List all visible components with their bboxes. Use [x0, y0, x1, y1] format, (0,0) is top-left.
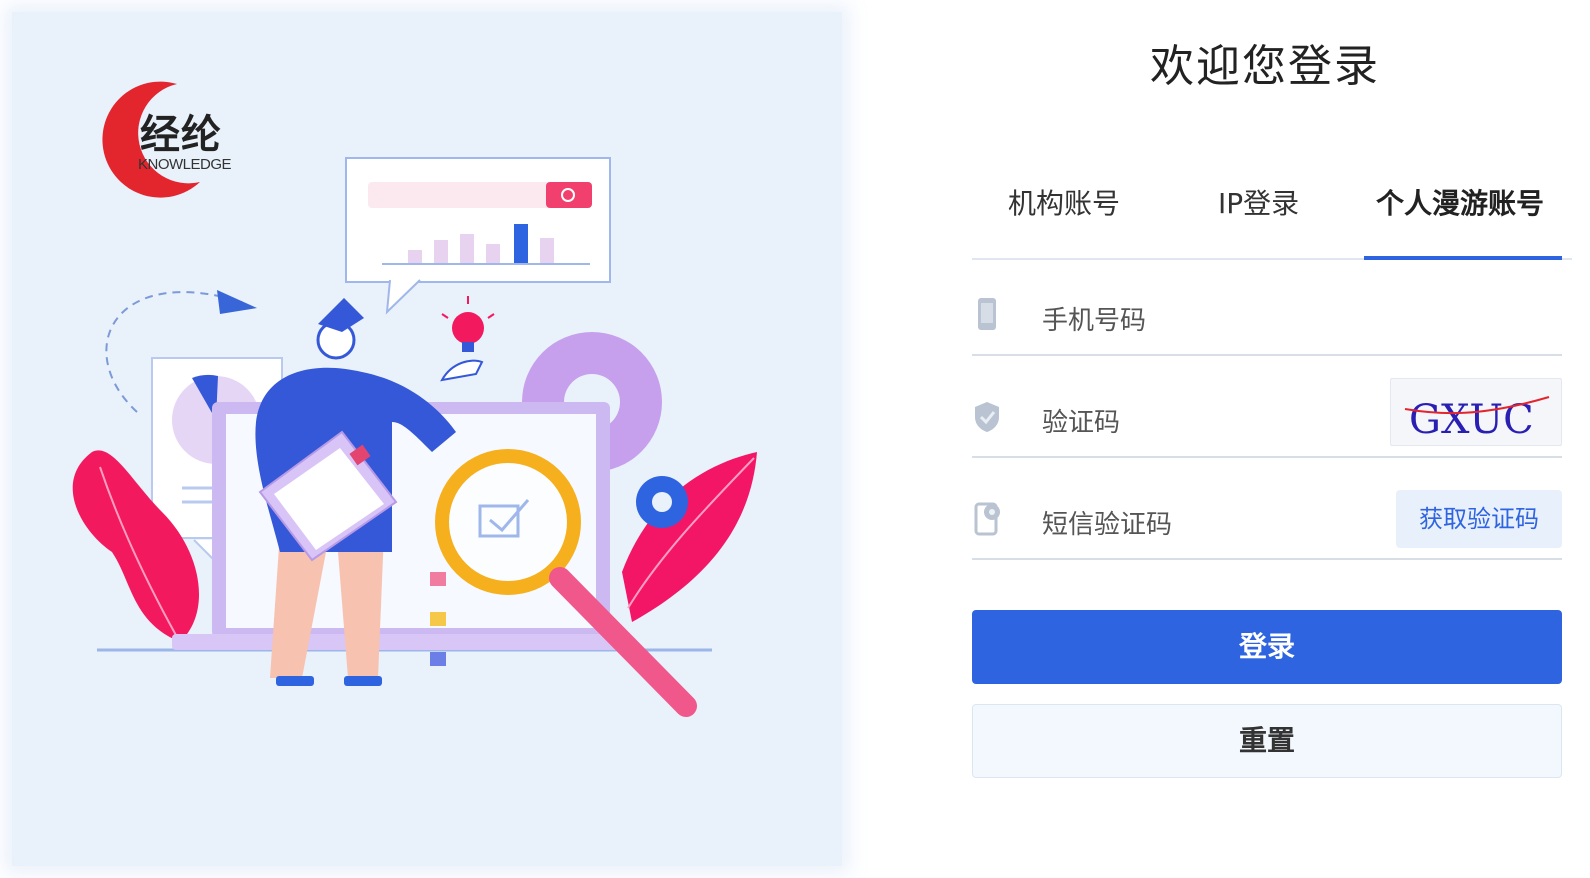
- get-sms-code-button[interactable]: 获取验证码: [1396, 490, 1562, 548]
- phone-field[interactable]: 手机号码: [972, 274, 1562, 356]
- analytics-illustration: [72, 157, 757, 717]
- captcha-field[interactable]: 验证码 GXUC: [972, 376, 1562, 458]
- tab-institution-account[interactable]: 机构账号: [1008, 182, 1120, 222]
- login-title: 欢迎您登录: [1150, 41, 1380, 92]
- login-button[interactable]: 登录: [972, 610, 1562, 684]
- captcha-image[interactable]: GXUC: [1390, 378, 1562, 446]
- illustration-panel: 经纶 KNOWLEDGE: [12, 12, 842, 866]
- tab-ip-login[interactable]: IP登录: [1218, 182, 1299, 222]
- captcha-text: GXUC: [1409, 397, 1534, 443]
- login-panel: 欢迎您登录 机构账号 IP登录 个人漫游账号 手机号码 验证码 GXUC 短信验…: [960, 0, 1590, 878]
- reset-button[interactable]: 重置: [972, 704, 1562, 778]
- sms-code-field[interactable]: 短信验证码 获取验证码: [972, 478, 1562, 560]
- active-tab-indicator: [1364, 256, 1562, 260]
- login-tabs: 机构账号 IP登录 个人漫游账号: [972, 170, 1572, 262]
- captcha-graphic: GXUC: [1404, 396, 1550, 443]
- tab-personal-roaming-account[interactable]: 个人漫游账号: [1376, 182, 1544, 222]
